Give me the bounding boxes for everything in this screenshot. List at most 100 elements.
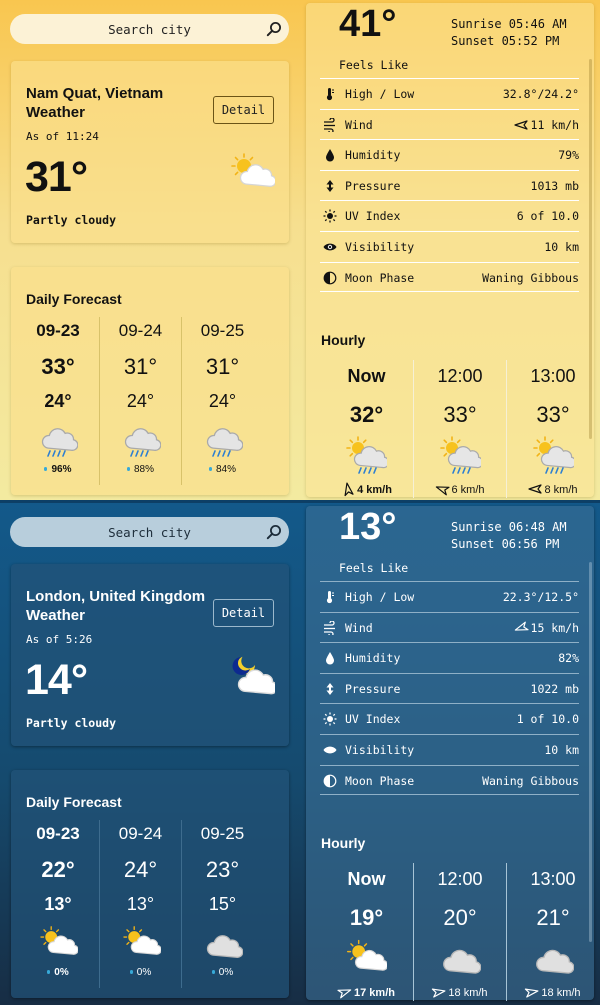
rain-drop-icon: [47, 970, 51, 975]
wind-direction-icon: [337, 987, 354, 999]
precipitation-chance: 0%: [100, 967, 181, 978]
detail-row-wind: Wind 11 km/h: [320, 108, 579, 140]
wind-direction-icon: [513, 118, 531, 132]
humidity-drop-icon: [323, 148, 337, 162]
precipitation-value: 0%: [218, 967, 234, 978]
precipitation-chance: 96%: [17, 464, 99, 475]
details-scrollbar[interactable]: [589, 562, 592, 942]
detail-label: Visibility: [345, 239, 415, 254]
hour-wind: 18 km/h: [414, 987, 506, 999]
detail-value: Waning Gibbous: [482, 271, 579, 285]
detail-value-text: 32.8°/24.2°: [502, 87, 579, 101]
daily-forecast-day: 09-24 31° 24° 88%: [99, 317, 181, 485]
wind-direction-icon: [341, 482, 357, 497]
hourly-title: Hourly: [321, 332, 366, 348]
daily-forecast-day: 09-24 24° 13° 0%: [99, 820, 181, 988]
detail-button[interactable]: Detail: [213, 599, 274, 627]
weather-panel-day: Search city Nam Quat, Vietnam Weather De…: [0, 0, 600, 500]
location-title: Nam Quat, Vietnam Weather: [26, 85, 164, 121]
detail-row-moon-phase: Moon Phase Waning Gibbous: [320, 261, 579, 293]
daily-forecast-title: Daily Forecast: [26, 291, 122, 307]
precipitation-value: 0%: [54, 967, 69, 978]
detail-row-high-low: High / Low 32.8°/24.2°: [320, 78, 579, 109]
detail-button[interactable]: Detail: [213, 96, 274, 124]
hour-time: 13:00: [530, 869, 576, 889]
current-temperature: 14°: [25, 656, 88, 704]
forecast-low: 15°: [208, 894, 237, 914]
rain-sun-cloud-icon: [345, 436, 390, 474]
forecast-low: 24°: [126, 391, 155, 411]
detail-row-wind: Wind 15 km/h: [320, 611, 579, 643]
hour-wind-value: 18 km/h: [448, 987, 488, 999]
sunrise-time: Sunrise 05:46 AM: [451, 17, 567, 31]
details-scrollbar[interactable]: [589, 59, 592, 439]
as-of-time: As of 5:26: [26, 633, 93, 646]
eye-icon: [323, 743, 337, 757]
forecast-date: 09-24: [118, 824, 163, 843]
detail-label: Moon Phase: [345, 773, 415, 788]
sunset-time: Sunset 06:56 PM: [451, 537, 560, 551]
detail-row-pressure: Pressure 1013 mb: [320, 169, 579, 201]
partly-cloudy-night-icon: [229, 654, 278, 698]
detail-row-moon-phase: Moon Phase Waning Gibbous: [320, 764, 579, 796]
rain-drop-icon: [129, 970, 133, 975]
forecast-low: 13°: [126, 894, 155, 914]
detail-value-text: 22.3°/12.5°: [502, 590, 579, 604]
forecast-high: 22°: [41, 857, 75, 882]
hour-temp: 19°: [349, 905, 384, 930]
search-input-placeholder: Search city: [108, 524, 191, 540]
detail-value-text: Waning Gibbous: [482, 270, 579, 285]
moon-phase-icon: [323, 774, 337, 788]
hour-wind-value: 6 km/h: [451, 484, 485, 496]
details-list: High / Low 32.8°/24.2° Wind 11 km/h Humidity…: [320, 78, 579, 293]
wind-icon: [323, 116, 337, 134]
pressure-icon: [323, 682, 337, 696]
detail-value: 11 km/h: [513, 118, 579, 132]
detail-value-text: 79%: [558, 148, 579, 163]
uv-sun-icon: [323, 712, 337, 726]
current-weather-card: Nam Quat, Vietnam Weather Detail As of 1…: [11, 61, 289, 243]
detail-label: Visibility: [345, 742, 415, 757]
eye-icon: [323, 240, 337, 254]
forecast-low: 13°: [44, 894, 72, 914]
search-icon[interactable]: [266, 21, 282, 37]
feels-like-label: Feels Like: [339, 561, 409, 575]
detail-label: High / Low: [345, 87, 415, 101]
precipitation-value: 84%: [215, 464, 236, 475]
hourly-item: Now 19° 17 km/h: [320, 863, 413, 1001]
humidity-drop-icon: [323, 651, 337, 665]
search-bar[interactable]: Search city: [10, 517, 289, 547]
forecast-date: 09-23: [36, 824, 80, 843]
wind-icon: [323, 619, 337, 637]
details-list: High / Low 22.3°/12.5° Wind 15 km/h Humidity…: [320, 581, 579, 796]
detail-label: Moon Phase: [345, 270, 415, 285]
detail-value-text: 1013 mb: [530, 178, 579, 193]
hourly-item: 12:00 20° 18 km/h: [413, 863, 506, 1001]
hour-temp: 21°: [536, 905, 570, 930]
current-temperature: 31°: [25, 153, 88, 201]
detail-value: 1013 mb: [531, 179, 579, 193]
rain-drop-icon: [44, 467, 48, 472]
daily-forecast-card: Daily Forecast 09-23 33° 24° 96% 09-24 31° 24°…: [11, 267, 289, 495]
location-title: London, United Kingdom Weather: [26, 588, 206, 624]
hour-wind: 17 km/h: [320, 987, 413, 999]
hourly-title: Hourly: [321, 835, 366, 851]
detail-value-text: 10 km: [544, 239, 579, 254]
detail-label: Wind: [345, 117, 373, 132]
daily-forecast-day: 09-23 33° 24° 96%: [17, 317, 99, 485]
hourly-item: 12:00 33° 6 km/h: [413, 360, 506, 498]
forecast-high: 33°: [41, 354, 75, 379]
search-bar[interactable]: Search city: [10, 14, 289, 44]
hour-wind-value: 18 km/h: [541, 987, 581, 999]
search-icon[interactable]: [266, 524, 282, 540]
moon-phase-icon: [323, 271, 337, 285]
feels-like-label: Feels Like: [339, 58, 409, 72]
detail-label: UV Index: [345, 712, 401, 727]
weather-panel-night: Search city London, United Kingdom Weath…: [0, 503, 600, 1005]
detail-value-text: 15 km/h: [530, 620, 579, 635]
hour-wind: 8 km/h: [507, 484, 599, 496]
forecast-low: 24°: [44, 391, 72, 411]
weather-details-card: 13° Sunrise 06:48 AM Sunset 06:56 PM Fee…: [306, 506, 594, 1001]
cloud-icon: [439, 939, 482, 977]
forecast-date: 09-25: [200, 321, 245, 340]
